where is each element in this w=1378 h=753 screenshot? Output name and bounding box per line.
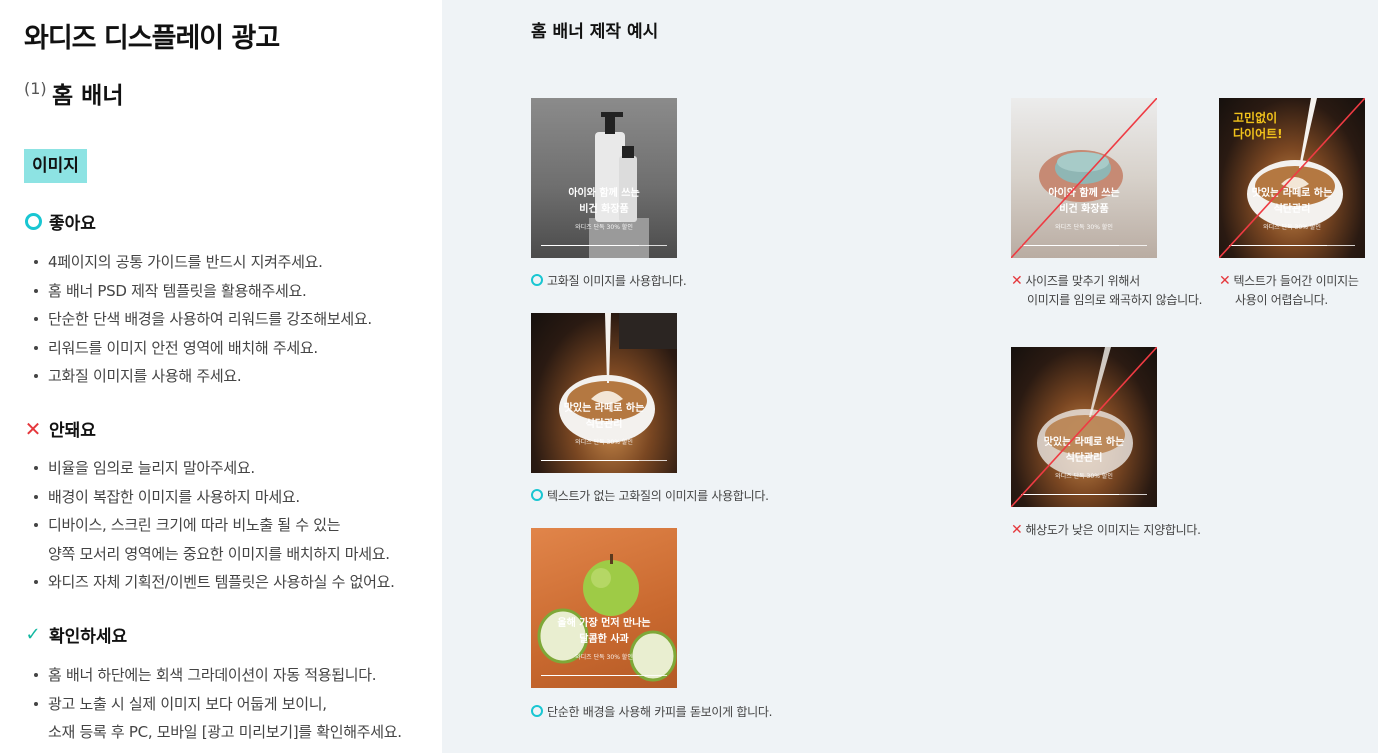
card-headline: 아이와 함께 쓰는 비건 화장품 xyxy=(568,188,640,215)
caption-good-2: 텍스트가 없는 고화질의 이미지를 사용합니다. xyxy=(531,487,769,506)
check-icon: ✓ xyxy=(25,623,41,645)
bad-heading: ✕ 안돼요 xyxy=(24,416,96,442)
list-item: 4페이지의 공통 가이드를 반드시 지켜주세요. xyxy=(34,248,372,277)
list-item: 광고 노출 시 실제 이미지 보다 어둡게 보이니, xyxy=(34,690,402,719)
banner-example-latte: 맛있는 라떼로 하는 식단관리 와디즈 단독 30% 할인 xyxy=(531,313,677,473)
list-item: 단순한 단색 배경을 사용하여 리워드를 강조해보세요. xyxy=(34,305,372,334)
section-number: (1) xyxy=(24,79,47,98)
bottles-illustration xyxy=(589,112,649,258)
check-heading-label: 확인하세요 xyxy=(49,627,128,647)
list-item: 홈 배너 하단에는 회색 그라데이션이 자동 적용됩니다. xyxy=(34,661,402,690)
circle-icon xyxy=(531,489,543,501)
check-list: 홈 배너 하단에는 회색 그라데이션이 자동 적용됩니다. 광고 노출 시 실제… xyxy=(34,661,402,747)
circle-icon xyxy=(531,705,543,717)
card-subtext: 와디즈 단독 30% 할인 xyxy=(575,654,633,661)
caption-bad-2: ✕ 텍스트가 들어간 이미지는 사용이 어렵습니다. xyxy=(1219,273,1359,307)
x-icon: ✕ xyxy=(1011,273,1023,289)
banner-example-low-res: 맛있는 라떼로 하는 식단관리 와디즈 단독 30% 할인 xyxy=(1011,347,1157,507)
caption-bad-3: ✕ 해상도가 낮은 이미지는 지양합니다. xyxy=(1011,522,1201,538)
list-item: 디바이스, 스크린 크기에 따라 비노출 될 수 있는 xyxy=(34,511,395,540)
card-subtext: 와디즈 단독 30% 할인 xyxy=(575,224,633,231)
apple-illustration xyxy=(537,554,677,682)
good-list: 4페이지의 공통 가이드를 반드시 지켜주세요. 홈 배너 PSD 제작 템플릿… xyxy=(34,248,372,391)
examples-panel: 홈 배너 제작 예시 아이와 함께 쓰는 비건 화장품 와디즈 단독 30% 할인… xyxy=(442,0,1378,753)
bad-heading-label: 안돼요 xyxy=(49,421,96,441)
card-headline: 올해 가장 먼저 만나는 달콤한 사과 xyxy=(557,618,651,645)
bad-list: 비율을 임의로 늘리지 말아주세요. 배경이 복잡한 이미지를 사용하지 마세요… xyxy=(34,454,395,597)
strike-line xyxy=(1219,98,1365,258)
list-item-continued: 양쪽 모서리 영역에는 중요한 이미지를 배치하지 마세요. xyxy=(48,544,390,563)
page-title: 와디즈 디스플레이 광고 xyxy=(24,23,280,54)
image-chip: 이미지 xyxy=(24,149,87,183)
x-icon: ✕ xyxy=(1011,522,1023,538)
list-item: 배경이 복잡한 이미지를 사용하지 마세요. xyxy=(34,483,395,512)
check-heading: ✓ 확인하세요 xyxy=(24,622,127,647)
section-title: 홈 배너 xyxy=(52,83,124,109)
circle-icon xyxy=(24,213,42,231)
list-item: 고화질 이미지를 사용해 주세요. xyxy=(34,362,372,391)
list-item: 홈 배너 PSD 제작 템플릿을 활용해주세요. xyxy=(34,277,372,306)
card-headline: 맛있는 라떼로 하는 식단관리 xyxy=(563,403,645,430)
banner-example-apple: 올해 가장 먼저 만나는 달콤한 사과 와디즈 단독 30% 할인 xyxy=(531,528,677,688)
banner-example-text-overlay: 고민없이 다이어트! 맛있는 라떼로 하는 식단관리 와디즈 단독 30% 할인 xyxy=(1219,98,1365,258)
list-item: 와디즈 자체 기획전/이벤트 템플릿은 사용하실 수 없어요. xyxy=(34,568,395,597)
x-icon: ✕ xyxy=(24,416,42,441)
examples-title: 홈 배너 제작 예시 xyxy=(531,22,659,42)
card-subtext: 와디즈 단독 30% 할인 xyxy=(575,439,633,446)
banner-example-distorted: 아이와 함께 쓰는 비건 화장품 와디즈 단독 30% 할인 xyxy=(1011,98,1157,258)
list-item: 비율을 임의로 늘리지 말아주세요. xyxy=(34,454,395,483)
banner-example-cosmetics: 아이와 함께 쓰는 비건 화장품 와디즈 단독 30% 할인 xyxy=(531,98,677,258)
caption-bad-1: ✕ 사이즈를 맞추기 위해서 이미지를 임의로 왜곡하지 않습니다. xyxy=(1011,273,1203,307)
strike-line xyxy=(1011,347,1157,507)
latte-illustration xyxy=(559,313,677,443)
good-heading-label: 좋아요 xyxy=(49,214,96,234)
good-heading: 좋아요 xyxy=(24,209,96,234)
circle-icon xyxy=(531,274,543,286)
x-icon: ✕ xyxy=(1219,273,1231,289)
list-item-continued: 소재 등록 후 PC, 모바일 [광고 미리보기]를 확인해주세요. xyxy=(48,723,402,741)
strike-line xyxy=(1011,98,1157,258)
caption-good-1: 고화질 이미지를 사용합니다. xyxy=(531,272,687,291)
guide-panel: 와디즈 디스플레이 광고 (1) 홈 배너 이미지 좋아요 4페이지의 공통 가… xyxy=(0,0,442,753)
list-item: 리워드를 이미지 안전 영역에 배치해 주세요. xyxy=(34,334,372,363)
caption-good-3: 단순한 배경을 사용해 카피를 돋보이게 합니다. xyxy=(531,703,772,722)
